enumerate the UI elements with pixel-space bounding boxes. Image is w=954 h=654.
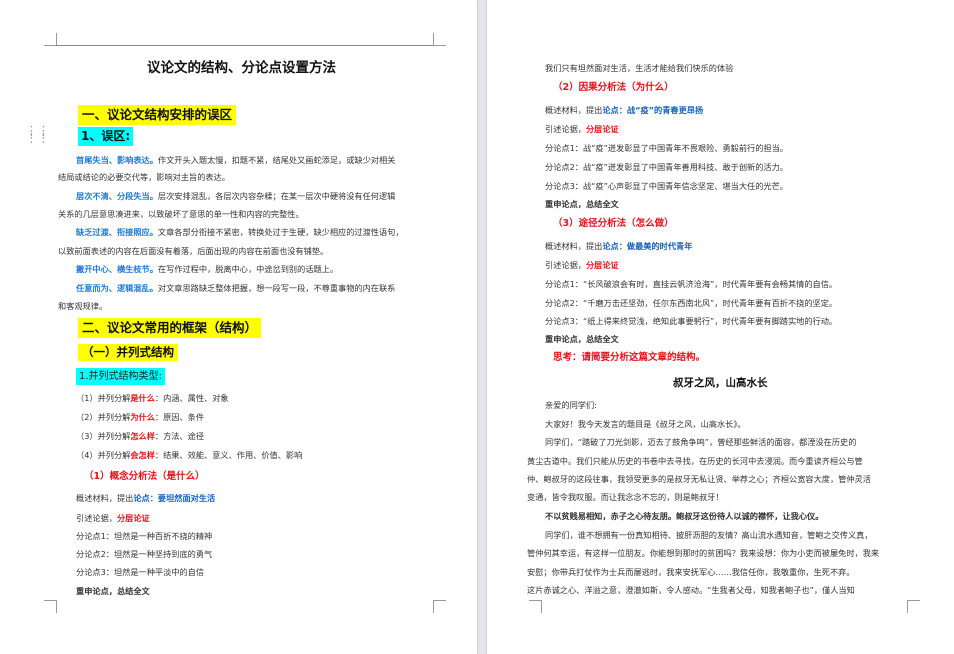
sub2-1-heading: 1.并列式结构类型: [76,368,165,385]
point-line: 分论点2：战“疫”迸发彰显了中国青年善用科技、敢于创新的活力。 [545,162,788,172]
point-line: 分论点3：战“疫”心声彰显了中国青年信念坚定、堪当大任的光芒。 [545,181,788,191]
header-line [56,45,433,46]
section1-heading: 一、议论文结构安排的误区 [78,105,237,125]
document-title: 议论文的结构、分论点设置方法 [147,60,336,76]
essay-thesis: 不以贫贱易相知，赤子之心待友朋。鲍叔牙这份待人以诚的襟怀，让我心仪。 [545,511,824,521]
section2-heading: 二、议论文常用的框架（结构） [78,318,262,338]
point-line: 分论点1：战“疫”迸发彰显了中国青年不畏艰险、勇毅前行的担当。 [545,143,788,153]
point-line: 分论点1：“长风破浪会有时，直挂云帆济沧海”，时代青年要有会畅其情的自信。 [545,279,838,289]
type-line: （2）并列分解为什么：原因、条件 [76,412,205,422]
lead-line: 引述论据，分层论证 [545,260,619,270]
error-line: 撇开中心、横生枝节。在写作过程中，脱离中心，中途岔到别的话题上。 [76,264,339,274]
error-line: 关系的几层意思凑进来，以致破坏了意思的单一性和内容的完整性。 [58,209,304,219]
point-line: 分论点3：“纸上得来终觉浅，绝知此事要躬行”，时代青年要有脚踏实地的行动。 [545,316,838,326]
crop-mark [433,33,446,46]
crop-mark [44,600,57,613]
type-line: （4）并列分解会怎样：结果、效能、意义、作用、价值、影响 [76,450,303,460]
sub1-heading: 1、误区: [78,127,134,146]
method3-heading: （3）途径分析法（怎么做） [553,218,674,229]
essay-line: 同学们，“踏破了刀光剑影，迈去了鼓角争鸣”，曾经那些鲜活的面容，都湮没在历史的 [545,437,857,447]
sub2-heading: （一）并列式结构 [78,344,178,361]
essay-title: 叔牙之风，山高水长 [673,377,768,389]
essay-line: 黄尘古道中。我们只能从历史的书卷中去寻找，在历史的长河中去浸润。而今重读齐桓公与… [527,456,863,466]
top-line: 我们只有坦然面对生活，生活才能给我们快乐的体验 [545,63,734,73]
method2-heading: （2）因果分析法（为什么） [553,82,674,93]
essay-line: 管仲何其幸运，有这样一位朋友。你能想到那时的贫困吗？我来设想：你为小吏而被屡免时… [527,548,880,558]
think-question: 思考：请简要分析这篇文章的结构。 [553,352,706,363]
error-line: 任意而为、逻辑混乱。对文章思路缺乏整体把握，想一段写一段，不尊重事物的内在联系 [76,283,396,293]
material-line: 概述材料，提出论点：要坦然面对生活 [76,493,216,503]
error-line: 和客观规律。 [58,301,108,311]
error-line: 缺乏过渡、衔接照应。文章各部分衔接不紧密，转换处过于生硬，缺少相应的过渡性语句， [76,227,404,237]
type-line: （3）并列分解怎么样：方法、途径 [76,431,205,441]
point-line: 分论点1：坦然是一种百折不挠的精神 [76,531,213,541]
end-line: 重申论点，总结全文 [76,586,150,596]
essay-line: 同学们，谁不想拥有一份真知相待、披肝沥胆的友情？高山流水遇知音，管鲍之交传义真， [545,530,873,540]
lead-line: 引述论据，分层论证 [545,124,619,134]
essay-line: 大家好！我今天发言的题目是《叔牙之风，山高水长》。 [545,419,746,429]
material-line: 概述材料，提出论点：做最美的时代青年 [545,241,693,251]
crop-mark [433,600,446,613]
essay-line: 亲爱的同学们: [545,400,597,410]
error-line: 以致前面表述的内容在后面没有着落，后面出现的内容在前面也没有铺垫。 [58,246,329,256]
essay-line: 安慰；你带兵打仗作为士兵而屡逃时，我来安抚军心……我信任你，我敬重你，生死不弃。 [527,567,855,577]
point-line: 分论点2：坦然是一种坚持到底的勇气 [76,549,213,559]
essay-line: 这片赤诚之心、洋溢之意，澄澈如斯，令人感动。“生我者父母，知我者鲍子也”，僅人当… [527,585,855,595]
point-line: 分论点2：“千磨万击还坚劲，任尔东西南北风”，时代青年要有百折不挠的坚定。 [545,298,838,308]
crop-mark [529,600,542,613]
error-line: 首尾失当、影响表达。作文开头入题太慢，扣题不紧，结尾处又画蛇添足，或缺少对相关 [76,155,396,165]
point-line: 分论点3：坦然是一种平淡中的自信 [76,567,205,577]
error-line: 结局或结论的必要交代等，影响对主旨的表达。 [58,172,230,182]
drag-handle-icon[interactable]: ⋮⋮ ⋮⋮ [25,125,50,145]
document-page-left: ⋮⋮ ⋮⋮ 议论文的结构、分论点设置方法 一、议论文结构安排的误区 1、误区: 首… [0,0,477,654]
document-page-right: 我们只有坦然面对生活，生活才能给我们快乐的体验 （2）因果分析法（为什么） 概述… [487,0,954,654]
crop-mark [907,600,920,613]
end-line: 重申论点，总结全文 [545,334,619,344]
lead-line: 引述论据，分层论证 [76,513,150,523]
error-line: 层次不清、分段失当。层次安排混乱，各层次内容杂糅；在某一层次中硬将没有任何逻辑 [76,191,396,201]
type-line: （1）并列分解是什么：内涵、属性、对象 [76,393,229,403]
material-line: 概述材料，提出论点：战“疫”的青春更昂扬 [545,105,704,115]
essay-line: 仲、鲍叔牙的这段往事，我领受更多的是叔牙无私让贤、举荐之心；齐桓公宽容大度，管仲… [527,474,871,484]
method1-heading: （1）概念分析法（是什么） [84,471,205,482]
essay-line: 变通，皆令我叹服。而让我念念不忘的，则是鲍叔牙！ [527,492,724,502]
end-line: 重申论点，总结全文 [545,199,619,209]
